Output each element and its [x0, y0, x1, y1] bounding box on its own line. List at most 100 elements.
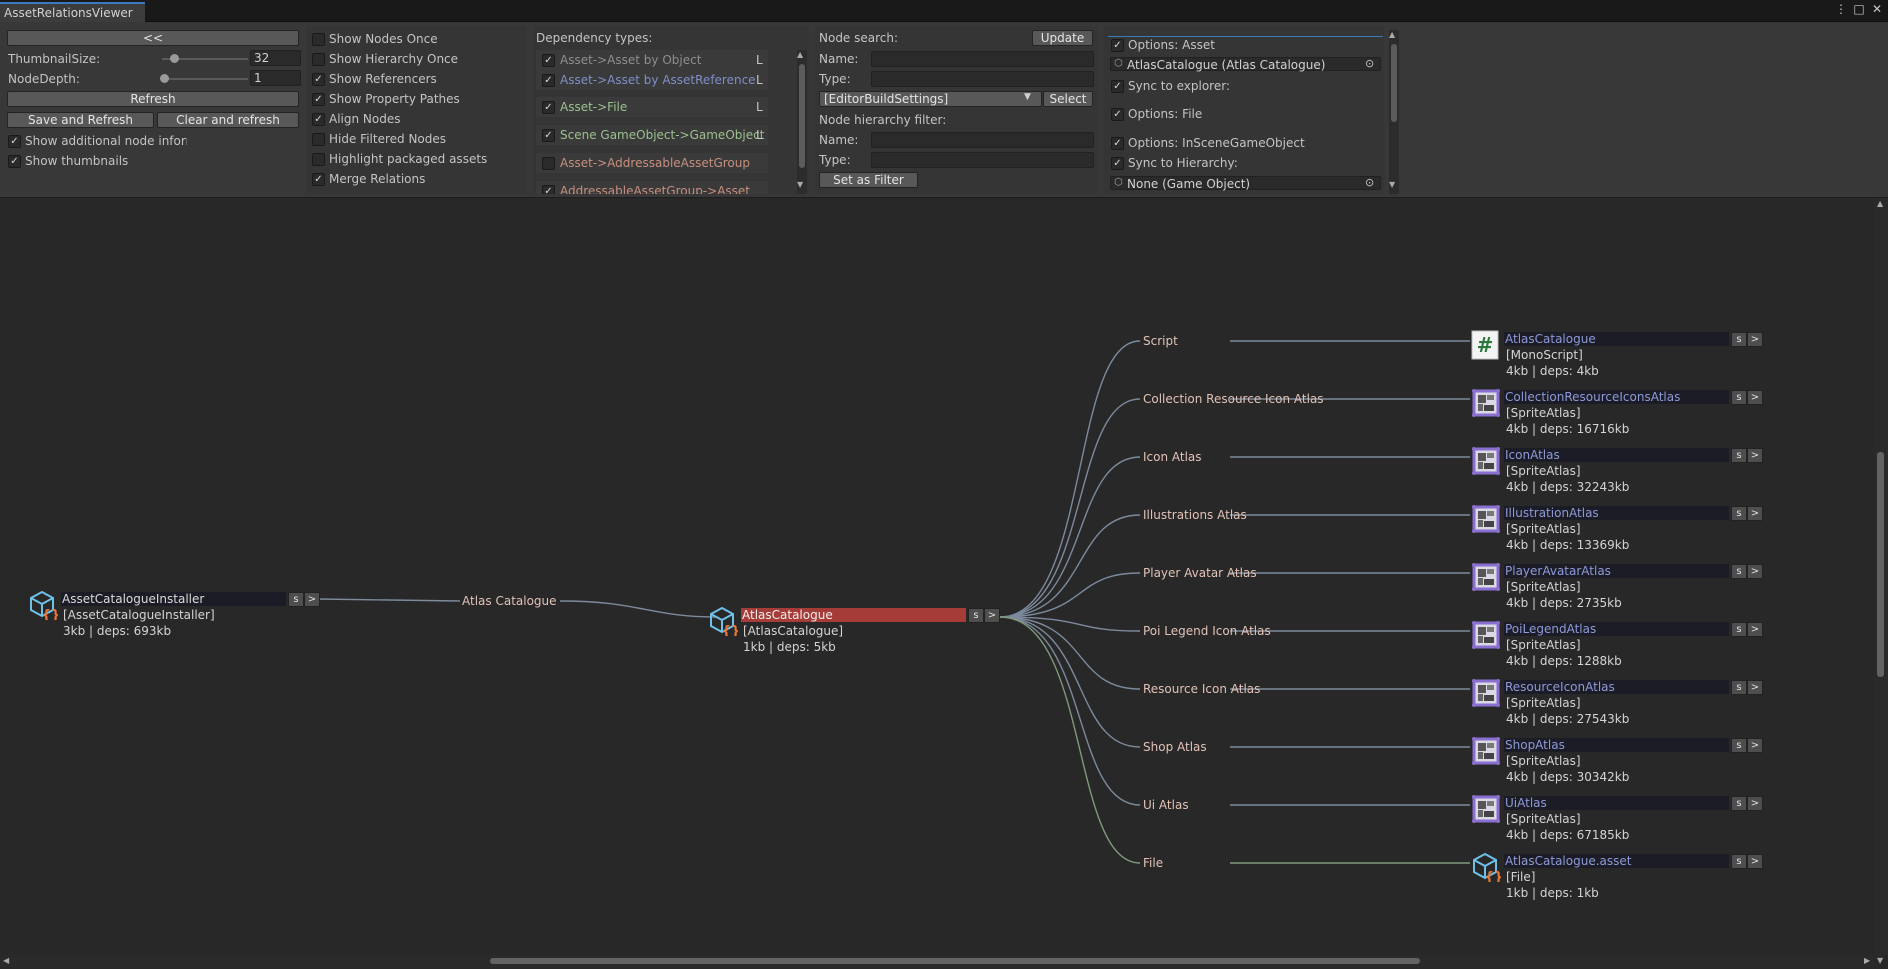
node-name[interactable]: IllustrationAtlas — [1504, 506, 1729, 520]
dependency-flag[interactable]: L — [756, 72, 763, 88]
node-info: 4kb | deps: 13369kb — [1506, 538, 1630, 552]
display-option-checkbox[interactable] — [312, 33, 325, 46]
options-asset-checkbox[interactable]: ✓ — [1111, 39, 1124, 52]
scroll-up-icon[interactable]: ▲ — [797, 50, 803, 59]
node-expand-button[interactable]: > — [1747, 680, 1763, 695]
save-and-refresh-button[interactable]: Save and Refresh — [7, 112, 154, 128]
node-select-button[interactable]: s — [1731, 390, 1747, 405]
dependency-checkbox[interactable] — [542, 157, 555, 170]
display-option-checkbox[interactable] — [312, 133, 325, 146]
dependency-flag[interactable]: L — [756, 99, 763, 115]
node-select-button[interactable]: s — [1731, 680, 1747, 695]
search-name-input[interactable] — [871, 51, 1094, 67]
node-expand-button[interactable]: > — [1747, 738, 1763, 753]
none-object-field[interactable]: None (Game Object) — [1110, 176, 1381, 191]
options-file-checkbox[interactable]: ✓ — [1111, 108, 1124, 121]
svg-text:#: # — [1477, 333, 1494, 357]
node-expand-button[interactable]: > — [1747, 390, 1763, 405]
thumbnail-size-slider[interactable] — [170, 54, 179, 63]
show-thumbnails-checkbox[interactable]: ✓ — [8, 155, 21, 168]
node-select-button[interactable]: s — [1731, 738, 1747, 753]
node-select-button[interactable]: s — [1731, 332, 1747, 347]
search-type-input[interactable] — [871, 71, 1094, 87]
node-name[interactable]: AtlasCatalogue — [1504, 332, 1729, 346]
node-select-button[interactable]: s — [1731, 564, 1747, 579]
node-name[interactable]: AtlasCatalogue — [741, 608, 966, 622]
object-picker-icon[interactable]: ⊙ — [1365, 57, 1374, 70]
node-depth-field[interactable]: 1 — [250, 70, 301, 86]
select-button[interactable]: Select — [1043, 91, 1093, 107]
node-select-button[interactable]: s — [1731, 796, 1747, 811]
node-expand-button[interactable]: > — [1747, 564, 1763, 579]
update-button[interactable]: Update — [1032, 30, 1093, 46]
refresh-button[interactable]: Refresh — [7, 91, 299, 107]
node-expand-button[interactable]: > — [1747, 506, 1763, 521]
graph-scroll-right-icon[interactable]: ▶ — [1864, 956, 1870, 965]
clear-and-refresh-button[interactable]: Clear and refresh — [157, 112, 299, 128]
hier-name-input[interactable] — [871, 132, 1094, 148]
node-name[interactable]: UiAtlas — [1504, 796, 1729, 810]
display-option-checkbox[interactable] — [312, 153, 325, 166]
node-select-button[interactable]: s — [1731, 448, 1747, 463]
sync-explorer-checkbox[interactable]: ✓ — [1111, 80, 1124, 93]
dependency-checkbox[interactable]: ✓ — [542, 74, 555, 87]
thumbnail-size-field[interactable]: 32 — [250, 50, 301, 66]
node-expand-button[interactable]: > — [984, 608, 1000, 623]
display-option-checkbox[interactable]: ✓ — [312, 73, 325, 86]
options-scroll-down-icon[interactable]: ▼ — [1389, 180, 1395, 189]
dependency-checkbox[interactable]: ✓ — [542, 101, 555, 114]
node-name[interactable]: ShopAtlas — [1504, 738, 1729, 752]
node-expand-button[interactable]: > — [1747, 332, 1763, 347]
node-name[interactable]: AtlasCatalogue.asset — [1504, 854, 1729, 868]
node-name[interactable]: CollectionResourceIconsAtlas — [1504, 390, 1729, 404]
sync-hierarchy-checkbox[interactable]: ✓ — [1111, 157, 1124, 170]
node-expand-button[interactable]: > — [1747, 796, 1763, 811]
scroll-down-icon[interactable]: ▼ — [797, 180, 803, 189]
hier-type-input[interactable] — [871, 152, 1094, 168]
show-additional-checkbox[interactable]: ✓ — [8, 135, 21, 148]
set-as-filter-button[interactable]: Set as Filter — [819, 172, 918, 188]
close-icon[interactable]: ✕ — [1869, 2, 1885, 16]
options-inscene-checkbox[interactable]: ✓ — [1111, 137, 1124, 150]
graph-scroll-up-icon[interactable]: ▲ — [1877, 199, 1883, 208]
node-name[interactable]: AssetCatalogueInstaller — [61, 592, 286, 606]
node-select-button[interactable]: s — [1731, 622, 1747, 637]
graph-scroll-left-icon[interactable]: ◀ — [3, 956, 9, 965]
maximize-icon[interactable]: □ — [1851, 2, 1867, 16]
dependency-checkbox[interactable]: ✓ — [542, 185, 555, 194]
display-option-checkbox[interactable] — [312, 53, 325, 66]
display-option-checkbox[interactable]: ✓ — [312, 113, 325, 126]
node-name[interactable]: ResourceIconAtlas — [1504, 680, 1729, 694]
display-option-checkbox[interactable]: ✓ — [312, 173, 325, 186]
node-expand-button[interactable]: > — [1747, 448, 1763, 463]
graph-scroll-down-icon[interactable]: ▼ — [1877, 956, 1883, 965]
dependency-checkbox[interactable]: ✓ — [542, 54, 555, 67]
scene-dropdown[interactable]: [EditorBuildSettings] — [819, 91, 1042, 107]
options-scroll-thumb[interactable] — [1391, 44, 1397, 122]
dependency-flag[interactable]: L — [756, 52, 763, 68]
display-option-checkbox[interactable]: ✓ — [312, 93, 325, 106]
dependency-scroll-thumb[interactable] — [799, 64, 805, 168]
options-scroll-up-icon[interactable]: ▲ — [1389, 30, 1395, 39]
window-tab[interactable]: AssetRelationsViewer — [0, 2, 145, 23]
node-select-button[interactable]: s — [1731, 506, 1747, 521]
node-name[interactable]: IconAtlas — [1504, 448, 1729, 462]
dependency-flag[interactable]: L — [756, 127, 763, 143]
node-name[interactable]: PoiLegendAtlas — [1504, 622, 1729, 636]
svg-text:{}: {} — [42, 608, 58, 620]
node-expand-button[interactable]: > — [304, 592, 320, 607]
object-picker-icon-2[interactable]: ⊙ — [1365, 176, 1374, 189]
node-expand-button[interactable]: > — [1747, 854, 1763, 869]
node-name[interactable]: PlayerAvatarAtlas — [1504, 564, 1729, 578]
asset-object-field[interactable]: AtlasCatalogue (Atlas Catalogue) — [1110, 57, 1381, 72]
node-depth-slider[interactable] — [160, 74, 169, 83]
horizontal-scroll-thumb[interactable] — [490, 958, 1420, 964]
node-expand-button[interactable]: > — [1747, 622, 1763, 637]
node-select-button[interactable]: s — [968, 608, 984, 623]
node-select-button[interactable]: s — [288, 592, 304, 607]
node-select-button[interactable]: s — [1731, 854, 1747, 869]
collapse-button[interactable]: << — [7, 30, 299, 46]
dependency-checkbox[interactable]: ✓ — [542, 129, 555, 142]
vertical-scroll-thumb[interactable] — [1877, 452, 1884, 677]
window-menu-icon[interactable]: ⋮ — [1833, 2, 1849, 16]
